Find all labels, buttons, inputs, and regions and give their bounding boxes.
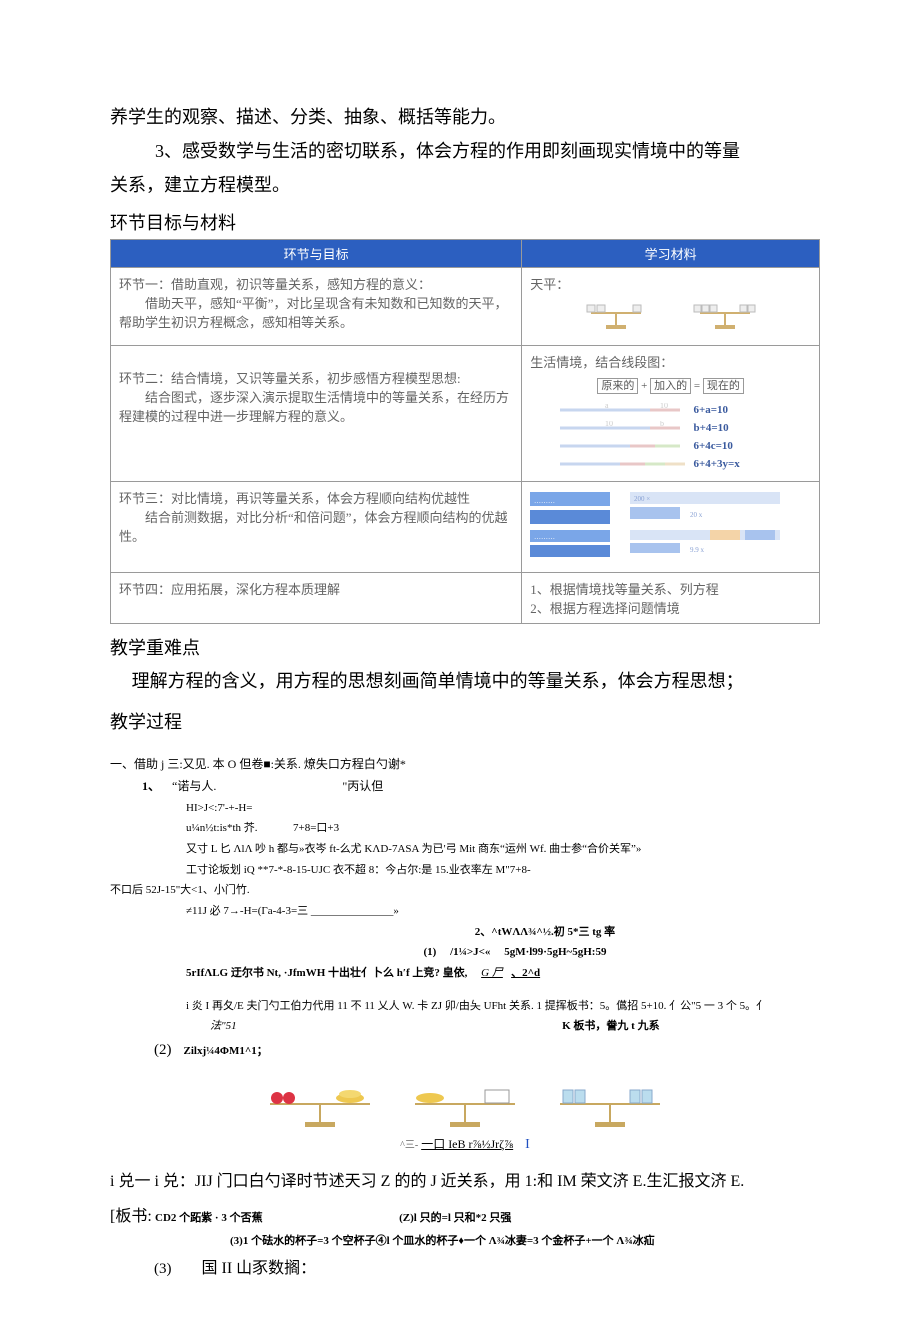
line-segment-diagram: a10 6+a=10 (560, 401, 811, 419)
proc-l6: 工寸论坂划 iQ **7-*-8-15-UJC 衣不超 8：今占尔:是 15.业… (186, 861, 820, 880)
line-segment-diagram: 6+4+3y=x (560, 455, 811, 473)
bottom-1: i 兑一 i 兑：JIJ 门口白勺译时节述天习 Z 的的 J 近关系，用 1:和… (110, 1167, 820, 1197)
proc-l14: (2) Zilxj¼4ΦM1^1； (154, 1038, 820, 1064)
svg-text:b: b (660, 421, 664, 428)
bottom-2: [板书: CD2 个跖紫 · 3 个否蕉 (Z)l 只的=l 只和*2 只强 (110, 1203, 820, 1230)
proc-l13: 法"51 K 板书，誊九 t 九系 (210, 1017, 820, 1036)
under-balance-suffix: I (525, 1137, 530, 1152)
row4-right-2: 2、根据方程选择问题情境 (530, 601, 680, 616)
row4-right-1: 1、根据情境找等量关系、列方程 (530, 582, 719, 597)
balance-scale-icon (690, 303, 760, 335)
proc-l10: (1) /1¼>J<« 5gM·l99·5gH~5gH:59 (210, 943, 820, 962)
paragraph-observe: 养学生的观察、描述、分类、抽象、概括等能力。 (110, 100, 820, 134)
table-row: 环节四：应用拓展，深化方程本质理解 1、根据情境找等量关系、列方程 2、根据方程… (111, 572, 820, 623)
table-row: 环节二：结合情境，又识等量关系，初步感悟方程模型思想: 结合图式，逐步深入演示提… (111, 345, 820, 481)
proc-l12: i 炎 I 再夂/E 夫门勺工伯力代用 11 不 11 乂人 W. 卡 ZJ 卯… (186, 997, 820, 1016)
bottom-3: (3)1 个砝水的杯子=3 个空杯子④l 个皿水的杯子♦一个 Λ¾冰妻=3 个金… (230, 1232, 820, 1251)
proc-l11: 5rIfΛLG 迂尔书 Nt, ·JfmWH 十出壮亻卜么 hʹf 上竞? 皇依… (186, 964, 820, 983)
svg-text:200 ×: 200 × (634, 495, 650, 503)
svg-text:………: ……… (534, 497, 555, 505)
proc-l4: u¼n½t:is*th 芥. 7+8=口+3 (186, 819, 820, 838)
table-row: 环节一：借助直观，初识等量关系，感知方程的意义： 借助天平，感知“平衡”，对比呈… (111, 267, 820, 345)
row1-right-title: 天平： (530, 277, 569, 292)
proc-l3: HI>J<:7'-+-H= (186, 799, 820, 818)
row2-left-desc: 结合图式，逐步深入演示提取生活情境中的等量关系，在经历方程建模的过程中进一步理解… (119, 387, 513, 425)
proc-l5: 又寸 L 匕 ΛlΛ 吵 h 都与»衣岑 ft-么尤 KΛD-7ASA 为已'弓… (186, 840, 820, 859)
paragraph-item-3: 3、感受数学与生活的密切联系，体会方程的作用即刻画现实情境中的等量 (110, 134, 820, 168)
svg-text:a: a (605, 403, 609, 410)
paragraph-item-3b: 关系，建立方程模型。 (110, 168, 820, 202)
difficulty-desc: 理解方程的含义，用方程的思想刻画简单情境中的等量关系，体会方程思想； (110, 664, 820, 698)
row3-left-title: 环节三：对比情境，再识等量关系，体会方程顺向结构优越性 (119, 491, 470, 506)
svg-text:9.9 x: 9.9 x (690, 546, 705, 554)
svg-text:10: 10 (605, 421, 613, 428)
th-material: 学习材料 (522, 239, 820, 267)
row2-right-title: 生活情境，结合线段图： (530, 355, 673, 370)
row2-left-title: 环节二：结合情境，又识等量关系，初步感悟方程模型思想: (119, 371, 461, 386)
section-head-process: 教学过程 (110, 708, 820, 734)
proc-l9: 2、^tWΛΛ¾^½.初 5*三 tg 率 (270, 923, 820, 942)
section-head-difficulty: 教学重难点 (110, 634, 820, 660)
section-head-env: 环节目标与材料 (110, 209, 820, 235)
box-equation-chain: 原来的 + 加入的 = 现在的 (530, 377, 811, 393)
row4-left: 环节四：应用拓展，深化方程本质理解 (119, 582, 340, 597)
line-segment-diagram: 6+4c=10 (560, 437, 811, 455)
under-balance-prefix: ^三- (400, 1140, 418, 1151)
under-balance-text: 一口 IeB r⅞½Jrζ⅞ (421, 1137, 513, 1151)
th-env: 环节与目标 (111, 239, 522, 267)
env-goal-table: 环节与目标 学习材料 环节一：借助直观，初识等量关系，感知方程的意义： 借助天平… (110, 239, 820, 624)
bottom-4: (3) 国 II 山豕数搁： (154, 1255, 820, 1283)
row1-left-desc: 借助天平，感知“平衡”，对比呈现含有未知数和已知数的天平，帮助学生初识方程概念，… (119, 293, 513, 331)
balance-scale-icon (581, 303, 651, 335)
proc-l2: 1、 “诺与人. "丙认但 (142, 776, 820, 796)
table-row: 环节三：对比情境，再识等量关系，体会方程顺向结构优越性 结合前测数据，对比分析“… (111, 481, 820, 572)
proc-l8: ≠11J 必 7→-H=(Γa-4-3=三 _______________» (186, 902, 820, 921)
svg-text:………: ……… (534, 533, 555, 541)
line-segment-diagram: 10b b+4=10 (560, 419, 811, 437)
svg-text:20 x: 20 x (690, 511, 703, 519)
blue-bar-diagram: ……… 200 × 20 x ……… 9.9 x (530, 490, 811, 564)
row3-left-desc: 结合前测数据，对比分析“和倍问题”，体会方程顺向结构的优越性。 (119, 507, 513, 545)
proc-l7: 不口后 52J-15"大<1、小门竹. (110, 881, 820, 900)
balance-cluster: ^三- 一口 IeB r⅞½Jrζ⅞ I (110, 1082, 820, 1153)
svg-text:10: 10 (660, 403, 668, 410)
proc-l1: 一、借助 j 三:又见. 本 O 但卷■:关系. 燎失口方程白勺谢* (110, 754, 820, 774)
row1-left-title: 环节一：借助直观，初识等量关系，感知方程的意义： (119, 277, 431, 292)
